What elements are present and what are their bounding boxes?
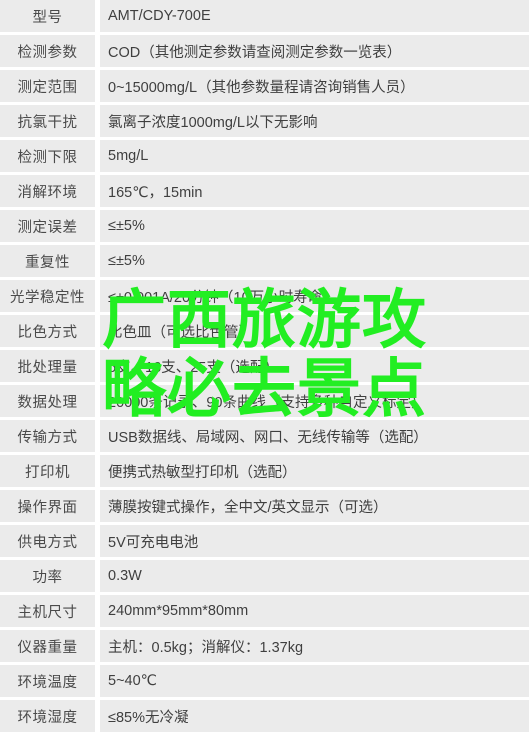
spec-value: 薄膜按键式操作，全中文/英文显示（可选） [100,490,529,522]
spec-value: 5~40℃ [100,665,529,697]
spec-label: 检测参数 [0,35,95,67]
spec-value: ≤85%无冷凝 [100,700,529,732]
spec-label: 消解环境 [0,175,95,207]
spec-label: 测定范围 [0,70,95,102]
spec-value: USB数据线、局域网、网口、无线传输等（选配） [100,420,529,452]
table-row: 消解环境 165℃，15min [0,175,529,210]
spec-label: 抗氯干扰 [0,105,95,137]
table-row: 环境湿度 ≤85%无冷凝 [0,700,529,735]
spec-label: 数据处理 [0,385,95,417]
table-row: 型号 AMT/CDY-700E [0,0,529,35]
spec-value: 0.3W [100,560,529,592]
spec-label: 光学稳定性 [0,280,95,312]
spec-label: 重复性 [0,245,95,277]
spec-value: 比色皿（可选比色管） [100,315,529,347]
spec-label: 供电方式 [0,525,95,557]
spec-value: ≤±5% [100,245,529,277]
spec-value: 主机：0.5kg；消解仪：1.37kg [100,630,529,662]
spec-label: 比色方式 [0,315,95,347]
spec-label: 打印机 [0,455,95,487]
spec-value: 5mg/L [100,140,529,172]
spec-label: 操作界面 [0,490,95,522]
spec-value: 20000条记录、90条曲线（支持多种自定义标定） [100,385,529,417]
spec-label: 环境温度 [0,665,95,697]
spec-label: 主机尺寸 [0,595,95,627]
table-row: 光学稳定性 ≤±0.001A/20分钟（10万小时寿命） [0,280,529,315]
table-row: 测定范围 0~15000mg/L（其他参数量程请咨询销售人员） [0,70,529,105]
table-row: 重复性 ≤±5% [0,245,529,280]
specification-table: 型号 AMT/CDY-700E 检测参数 COD（其他测定参数请查阅测定参数一览表）测… [0,0,529,736]
spec-value: 氯离子浓度1000mg/L以下无影响 [100,105,529,137]
spec-value: 便携式热敏型打印机（选配） [100,455,529,487]
table-row: 检测下限 5mg/L [0,140,529,175]
spec-value: 0~15000mg/L（其他参数量程请咨询销售人员） [100,70,529,102]
spec-label: 测定误差 [0,210,95,242]
table-row: 抗氯干扰 氯离子浓度1000mg/L以下无影响 [0,105,529,140]
table-row: 批处理量 6支、16支、25支（选配） [0,350,529,385]
table-row: 数据处理 20000条记录、90条曲线（支持多种自定义标定） [0,385,529,420]
spec-label: 检测下限 [0,140,95,172]
table-row: 仪器重量 主机：0.5kg；消解仪：1.37kg [0,630,529,665]
table-row: 测定误差 ≤±5% [0,210,529,245]
spec-value: ≤±5% [100,210,529,242]
spec-value: 240mm*95mm*80mm [100,595,529,627]
spec-label: 传输方式 [0,420,95,452]
spec-label: 批处理量 [0,350,95,382]
spec-value: AMT/CDY-700E [100,0,529,32]
spec-value: 5V可充电电池 [100,525,529,557]
spec-label: 型号 [0,0,95,32]
spec-label: 仪器重量 [0,630,95,662]
table-row: 打印机 便携式热敏型打印机（选配） [0,455,529,490]
table-row: 传输方式 USB数据线、局域网、网口、无线传输等（选配） [0,420,529,455]
spec-label: 功率 [0,560,95,592]
table-row: 比色方式 比色皿（可选比色管） [0,315,529,350]
spec-value: COD（其他测定参数请查阅测定参数一览表） [100,35,529,67]
table-row: 操作界面 薄膜按键式操作，全中文/英文显示（可选） [0,490,529,525]
table-row: 检测参数 COD（其他测定参数请查阅测定参数一览表） [0,35,529,70]
table-row: 功率 0.3W [0,560,529,595]
spec-value: 165℃，15min [100,175,529,207]
spec-value: 6支、16支、25支（选配） [100,350,529,382]
table-row: 环境温度 5~40℃ [0,665,529,700]
table-row: 供电方式 5V可充电电池 [0,525,529,560]
spec-label: 环境湿度 [0,700,95,732]
table-row: 主机尺寸 240mm*95mm*80mm [0,595,529,630]
spec-value: ≤±0.001A/20分钟（10万小时寿命） [100,280,529,312]
